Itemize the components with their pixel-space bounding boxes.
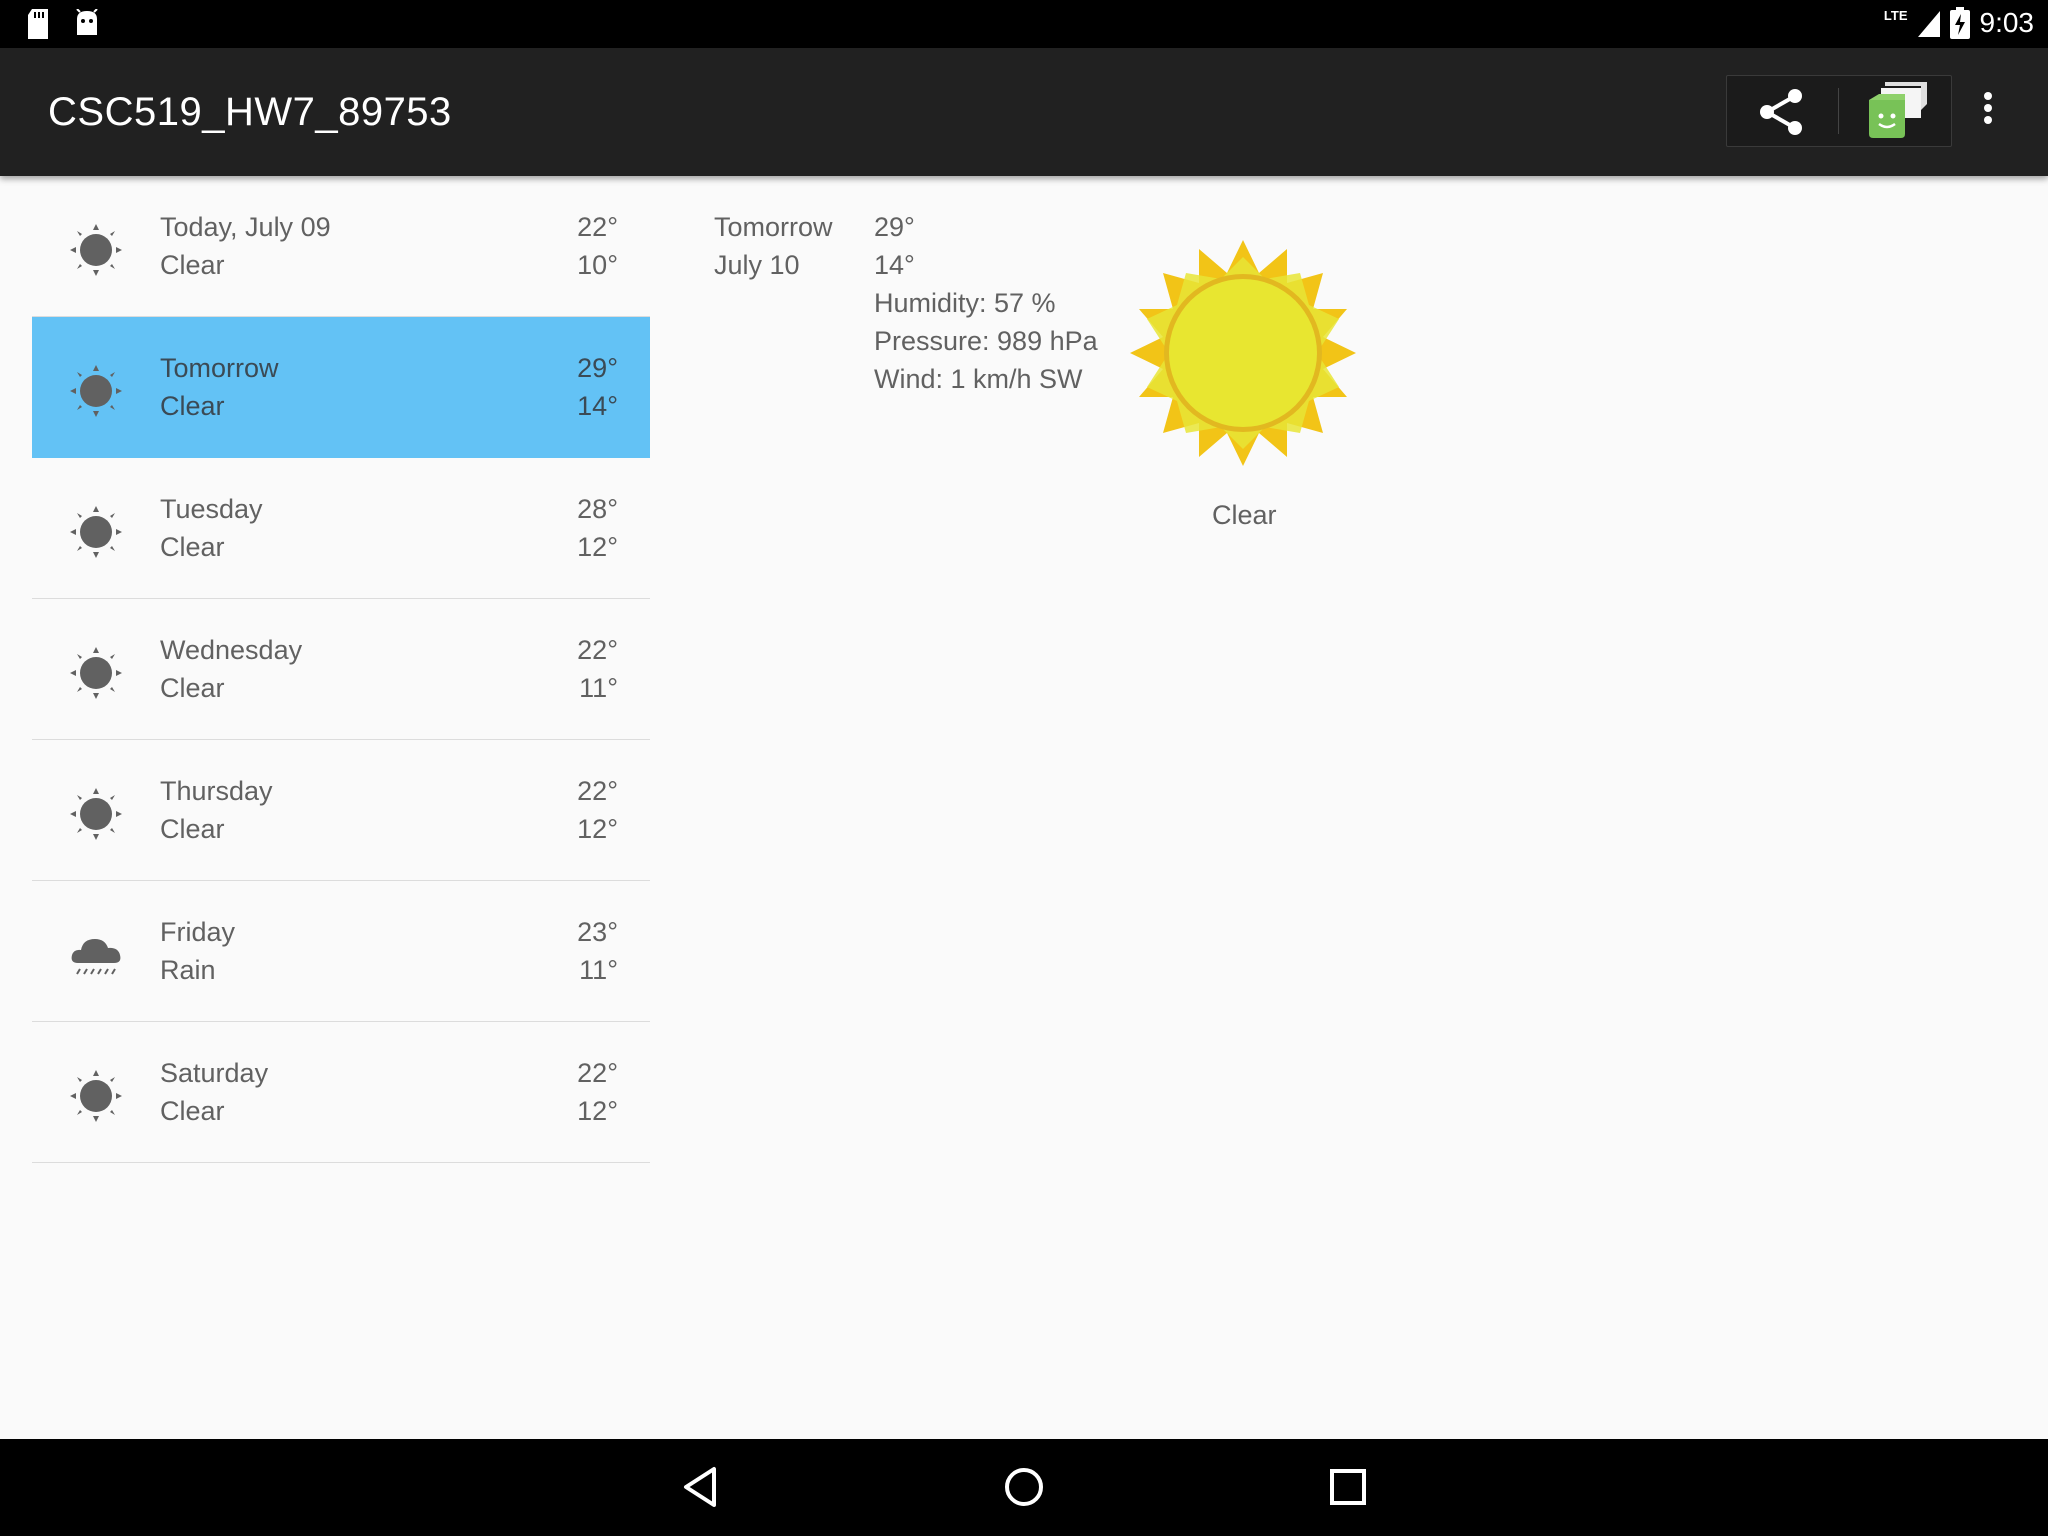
back-icon[interactable] xyxy=(676,1461,728,1513)
forecast-day: Saturday xyxy=(160,1058,269,1088)
app-title: CSC519_HW7_89753 xyxy=(48,90,452,134)
forecast-day: Thursday xyxy=(160,776,273,806)
clear-icon xyxy=(68,1068,124,1124)
forecast-high: 28° xyxy=(577,494,618,524)
forecast-day: Tuesday xyxy=(160,494,263,524)
home-icon[interactable] xyxy=(998,1461,1050,1513)
forecast-row[interactable]: Today, July 09 Clear 22° 10° xyxy=(32,176,650,317)
forecast-low: 14° xyxy=(577,391,618,421)
android-debug-icon xyxy=(76,9,98,35)
forecast-high: 22° xyxy=(577,1058,618,1088)
status-bar: LTE 9:03 xyxy=(0,0,2048,48)
forecast-description: Rain xyxy=(160,955,216,985)
forecast-row[interactable]: Thursday Clear 22° 12° xyxy=(32,740,650,881)
detail-date: July 10 xyxy=(714,250,800,280)
forecast-row[interactable]: Tomorrow Clear 29° 14° xyxy=(32,317,650,458)
recents-icon[interactable] xyxy=(1322,1461,1374,1513)
forecast-row[interactable]: Tuesday Clear 28° 12° xyxy=(32,458,650,599)
forecast-description: Clear xyxy=(160,1096,225,1126)
forecast-description: Clear xyxy=(160,673,225,703)
forecast-description: Clear xyxy=(160,532,225,562)
forecast-high: 22° xyxy=(577,212,618,242)
clock: 9:03 xyxy=(1979,7,2035,38)
action-divider xyxy=(1838,88,1839,134)
detail-pressure: Pressure: 989 hPa xyxy=(874,326,1098,356)
sd-card-icon xyxy=(28,9,48,39)
detail-wind: Wind: 1 km/h SW xyxy=(874,364,1083,394)
forecast-day: Friday xyxy=(160,917,236,947)
signal-icon xyxy=(1917,11,1940,37)
forecast-high: 23° xyxy=(577,917,618,947)
clear-icon xyxy=(68,504,124,560)
clear-icon xyxy=(68,222,124,278)
forecast-low: 11° xyxy=(579,955,618,985)
clear-icon xyxy=(68,786,124,842)
detail-day: Tomorrow xyxy=(714,212,833,242)
forecast-high: 29° xyxy=(577,353,618,383)
forecast-low: 10° xyxy=(577,250,618,280)
forecast-low: 11° xyxy=(579,673,618,703)
share-action-group xyxy=(1726,75,1952,147)
network-type-label: LTE xyxy=(1883,7,1908,23)
forecast-description: Clear xyxy=(160,814,225,844)
forecast-list: Today, July 09 Clear 22° 10° Tomorrow Clear 29… xyxy=(32,176,650,1163)
battery-charging-icon xyxy=(1949,7,1970,39)
detail-condition: Clear xyxy=(1212,500,1277,530)
forecast-day: Tomorrow xyxy=(160,353,279,383)
detail-high: 29° xyxy=(874,212,915,242)
forecast-description: Clear xyxy=(160,391,225,421)
forecast-low: 12° xyxy=(577,814,618,844)
app-bar: CSC519_HW7_89753 xyxy=(0,48,2048,176)
forecast-row[interactable]: Wednesday Clear 22° 11° xyxy=(32,599,650,740)
forecast-high: 22° xyxy=(577,635,618,665)
forecast-low: 12° xyxy=(577,532,618,562)
forecast-high: 22° xyxy=(577,776,618,806)
forecast-row[interactable]: Saturday Clear 22° 12° xyxy=(32,1022,650,1163)
navigation-bar xyxy=(0,1439,2048,1536)
forecast-low: 12° xyxy=(577,1096,618,1126)
clear-icon xyxy=(68,645,124,701)
forecast-row[interactable]: Friday Rain 23° 11° xyxy=(32,881,650,1022)
clear-icon xyxy=(68,363,124,419)
rain-icon xyxy=(68,927,124,983)
chat-app-icon[interactable] xyxy=(1865,80,1929,142)
share-icon[interactable] xyxy=(1753,84,1809,140)
overflow-menu-icon[interactable] xyxy=(1968,88,2008,128)
detail-humidity: Humidity: 57 % xyxy=(874,288,1056,318)
sun-art-icon xyxy=(1130,240,1356,466)
forecast-day: Today, July 09 xyxy=(160,212,331,242)
forecast-description: Clear xyxy=(160,250,225,280)
detail-low: 14° xyxy=(874,250,915,280)
forecast-day: Wednesday xyxy=(160,635,303,665)
